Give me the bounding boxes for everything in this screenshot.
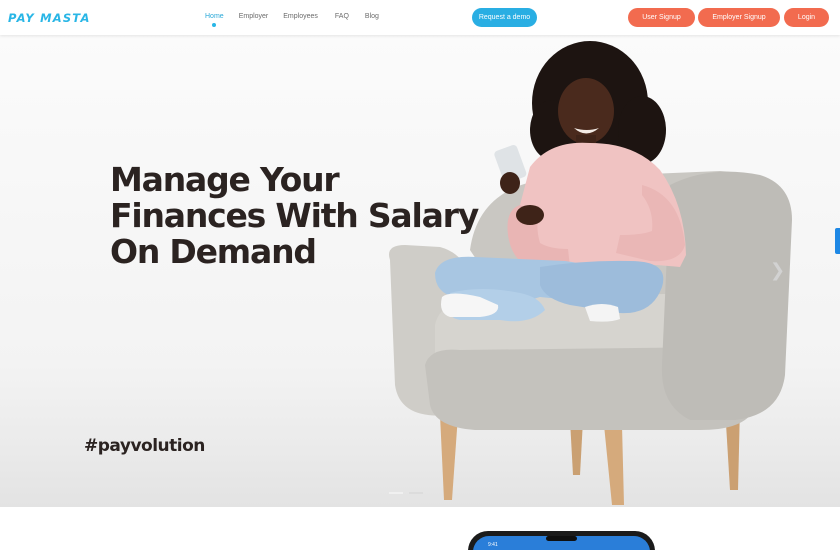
slide-dot-2[interactable] [409,492,423,494]
nav-item-employees[interactable]: Employees [283,13,318,20]
employer-signup-button[interactable]: Employer Signup [698,8,780,27]
next-slide-chevron-icon[interactable]: ❯ [770,260,785,281]
active-indicator-dot [212,23,217,27]
page: PAY MASTA Home Employer Employees FAQ Bl… [0,0,840,550]
side-feedback-tab[interactable] [835,228,840,254]
main-nav: Home Employer Employees FAQ Blog [205,13,379,27]
hero-banner: Manage Your Finances With Salary On Dema… [0,35,840,507]
hero-headline: Manage Your Finances With Salary On Dema… [110,162,510,270]
phone-mockup-image: 9:41 [468,531,655,550]
headline-line-3: On Demand [110,232,317,271]
request-demo-button[interactable]: Request a demo [472,8,537,27]
slider-pagination [389,492,423,494]
logo-text: PAY MASTA [8,11,91,25]
logo[interactable]: PAY MASTA [8,11,91,25]
nav-item-faq[interactable]: FAQ [335,13,349,20]
top-navbar: PAY MASTA Home Employer Employees FAQ Bl… [0,0,840,35]
nav-item-blog[interactable]: Blog [365,13,379,20]
headline-line-2: Finances With Salary [110,196,479,235]
headline-line-1: Manage Your [110,160,340,199]
nav-item-employer[interactable]: Employer [239,13,269,20]
woman-on-armchair-image [389,41,792,505]
nav-item-home[interactable]: Home [205,13,224,27]
slide-dot-1[interactable] [389,492,403,494]
phone-status-time: 9:41 [488,542,498,548]
login-button[interactable]: Login [784,8,829,27]
hero-tagline: #payvolution [84,436,205,456]
phone-notch [546,536,577,541]
user-signup-button[interactable]: User Signup [628,8,695,27]
